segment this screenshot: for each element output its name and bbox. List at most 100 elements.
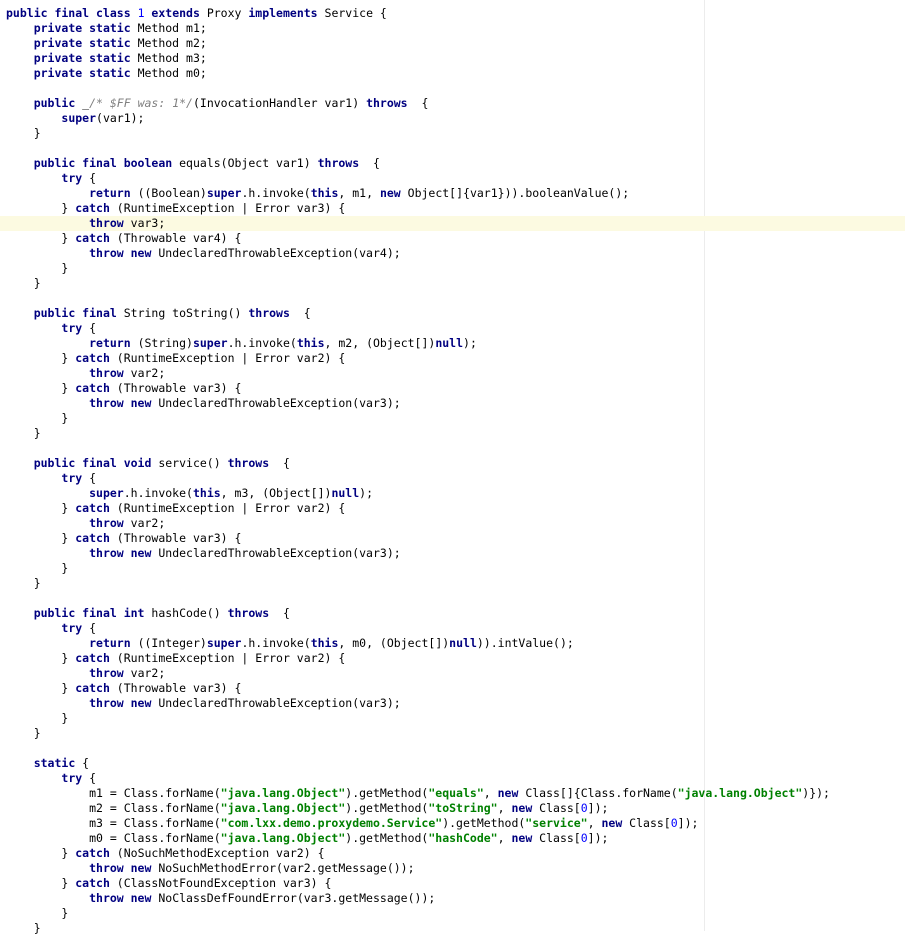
code-line[interactable]: }	[0, 126, 905, 141]
code-token: implements	[248, 6, 325, 20]
code-line[interactable]: try {	[0, 171, 905, 186]
code-line[interactable]: public final int hashCode() throws {	[0, 606, 905, 621]
code-token: {	[269, 456, 290, 470]
code-token: throws	[366, 96, 408, 110]
code-line[interactable]: try {	[0, 471, 905, 486]
code-line[interactable]: } catch (ClassNotFoundException var3) {	[0, 876, 905, 891]
code-token: {	[89, 171, 97, 185]
code-line[interactable]: } catch (Throwable var3) {	[0, 381, 905, 396]
code-line[interactable]: }	[0, 261, 905, 276]
code-line[interactable]: super.h.invoke(this, m3, (Object[])null)…	[0, 486, 905, 501]
code-token: , m3, (Object[])	[220, 486, 332, 500]
code-token: return	[89, 336, 138, 350]
code-token: catch	[75, 651, 117, 665]
code-line[interactable]: static {	[0, 756, 905, 771]
code-line[interactable]: public final boolean equals(Object var1)…	[0, 156, 905, 171]
code-line[interactable]: public _/* $FF was: 1*/(InvocationHandle…	[0, 96, 905, 111]
code-line[interactable]: throw new NoSuchMethodError(var2.getMess…	[0, 861, 905, 876]
code-area[interactable]: public final class 1 extends Proxy imple…	[0, 6, 905, 936]
code-line[interactable]: }	[0, 426, 905, 441]
code-line[interactable]: throw var2;	[0, 516, 905, 531]
code-token: Class[	[629, 816, 671, 830]
code-token: String toString()	[123, 306, 249, 320]
code-line[interactable]: public final class 1 extends Proxy imple…	[0, 6, 905, 21]
code-line[interactable]: return (String)super.h.invoke(this, m2, …	[0, 336, 905, 351]
code-line[interactable]: private static Method m3;	[0, 51, 905, 66]
code-line[interactable]: public final void service() throws {	[0, 456, 905, 471]
code-token: Method m3;	[137, 51, 207, 65]
code-line[interactable]	[0, 741, 905, 756]
code-token: "java.lang.Object"	[220, 786, 346, 800]
code-line[interactable]: }	[0, 576, 905, 591]
code-token: throws	[317, 156, 360, 170]
code-line[interactable]: try {	[0, 621, 905, 636]
code-line[interactable]: }	[0, 411, 905, 426]
code-line[interactable]: return ((Boolean)super.h.invoke(this, m1…	[0, 186, 905, 201]
code-line[interactable]: return ((Integer)super.h.invoke(this, m0…	[0, 636, 905, 651]
code-token: {	[82, 756, 90, 770]
code-line[interactable]: private static Method m1;	[0, 21, 905, 36]
code-token: }	[6, 651, 76, 665]
code-line[interactable]: } catch (RuntimeException | Error var2) …	[0, 351, 905, 366]
code-token: .h.invoke(	[241, 636, 311, 650]
code-token: }	[6, 501, 76, 515]
code-editor[interactable]: public final class 1 extends Proxy imple…	[0, 0, 905, 935]
code-line[interactable]: }	[0, 276, 905, 291]
code-line[interactable]: private static Method m0;	[0, 66, 905, 81]
code-token: throws	[227, 456, 270, 470]
code-line[interactable]: } catch (RuntimeException | Error var3) …	[0, 201, 905, 216]
code-line[interactable]	[0, 141, 905, 156]
code-line[interactable]: }	[0, 726, 905, 741]
code-line[interactable]: throw new NoClassDefFoundError(var3.getM…	[0, 891, 905, 906]
code-token: (RuntimeException | Error var2) {	[116, 351, 346, 365]
code-line[interactable]: }	[0, 921, 905, 936]
code-line[interactable]: super(var1);	[0, 111, 905, 126]
code-line[interactable]: m0 = Class.forName("java.lang.Object").g…	[0, 831, 905, 846]
code-line[interactable]: } catch (Throwable var3) {	[0, 531, 905, 546]
code-token: catch	[75, 351, 117, 365]
code-token: throw new	[89, 861, 159, 875]
code-line[interactable]: public final String toString() throws {	[0, 306, 905, 321]
code-token: private static	[33, 66, 138, 80]
code-line[interactable]: throw new UndeclaredThrowableException(v…	[0, 246, 905, 261]
code-line[interactable]: }	[0, 561, 905, 576]
code-line[interactable]	[0, 441, 905, 456]
code-line[interactable]: throw new UndeclaredThrowableException(v…	[0, 696, 905, 711]
code-token: }	[6, 726, 41, 740]
code-token: }	[6, 921, 41, 935]
code-line[interactable]: }	[0, 906, 905, 921]
code-line[interactable]: m3 = Class.forName("com.lxx.demo.proxyde…	[0, 816, 905, 831]
code-line[interactable]: private static Method m2;	[0, 36, 905, 51]
code-token: , m0, (Object[])	[338, 636, 450, 650]
code-line[interactable]	[0, 291, 905, 306]
code-line[interactable]: m2 = Class.forName("java.lang.Object").g…	[0, 801, 905, 816]
code-line[interactable]	[0, 591, 905, 606]
code-line[interactable]: } catch (Throwable var3) {	[0, 681, 905, 696]
code-token: (Throwable var3) {	[116, 681, 242, 695]
code-line[interactable]: throw var2;	[0, 666, 905, 681]
code-token: null	[331, 486, 360, 500]
code-token: return	[89, 636, 138, 650]
code-line[interactable]: } catch (RuntimeException | Error var2) …	[0, 501, 905, 516]
code-line[interactable]	[0, 81, 905, 96]
code-token: private static	[33, 21, 138, 35]
code-line[interactable]: try {	[0, 771, 905, 786]
code-line[interactable]: } catch (Throwable var4) {	[0, 231, 905, 246]
code-line[interactable]: throw new UndeclaredThrowableException(v…	[0, 546, 905, 561]
code-line[interactable]: throw var2;	[0, 366, 905, 381]
code-line[interactable]: m1 = Class.forName("java.lang.Object").g…	[0, 786, 905, 801]
code-line[interactable]: } catch (NoSuchMethodException var2) {	[0, 846, 905, 861]
code-token: }	[6, 381, 76, 395]
code-line-current[interactable]: throw var3;	[0, 216, 905, 231]
code-token: equals(Object var1)	[179, 156, 318, 170]
code-token: m3 = Class.forName(	[6, 816, 221, 830]
code-line[interactable]: } catch (RuntimeException | Error var2) …	[0, 651, 905, 666]
code-line[interactable]: }	[0, 711, 905, 726]
code-line[interactable]: throw new UndeclaredThrowableException(v…	[0, 396, 905, 411]
code-line[interactable]: try {	[0, 321, 905, 336]
code-token: }	[6, 261, 69, 275]
